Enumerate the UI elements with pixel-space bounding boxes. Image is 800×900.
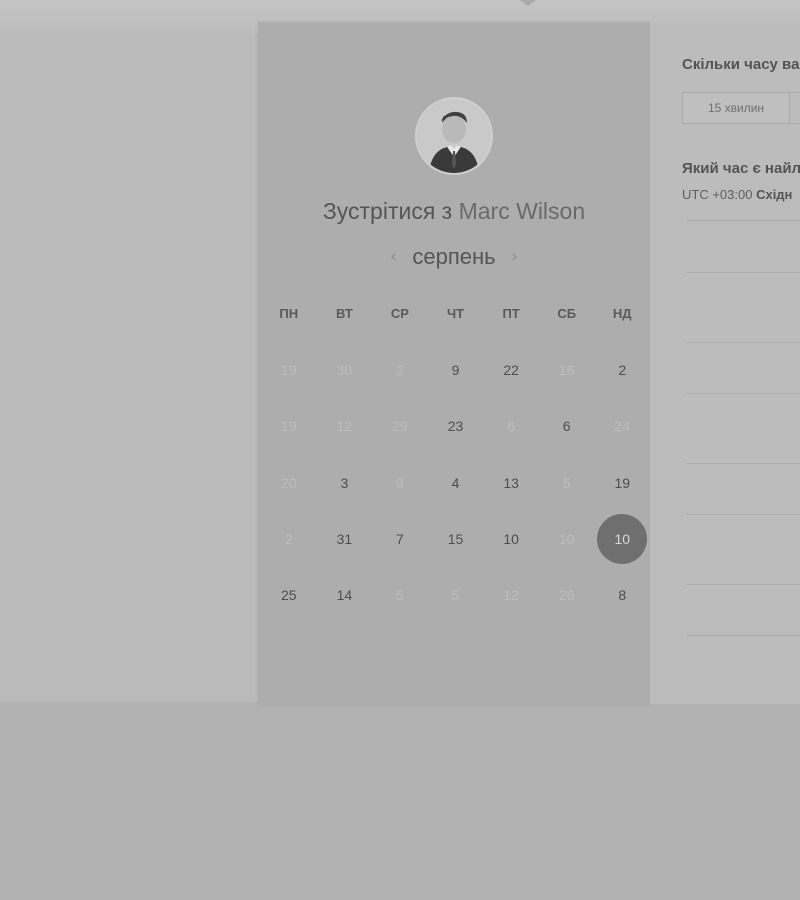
calendar-day[interactable]: 10 <box>483 511 539 567</box>
calendar-grid: 19 30 2 9 22 16 2 19 12 29 23 6 6 24 20 … <box>261 342 650 623</box>
calendar-day[interactable]: 23 <box>428 398 484 454</box>
calendar-day: 5 <box>396 587 404 604</box>
chevron-right-icon[interactable]: › <box>502 248 527 266</box>
month-navigator: ‹ серпень › <box>258 244 650 270</box>
duration-option-15-button[interactable]: 15 хвилин <box>682 92 790 124</box>
calendar-day: 2 <box>284 531 293 548</box>
calendar-day: 2 <box>396 362 404 379</box>
time-slot-divider <box>686 463 800 464</box>
duration-question: Скільки часу ва <box>682 56 800 73</box>
weekday-header: ПН ВТ СР ЧТ ПТ СБ НД <box>261 306 650 321</box>
calendar-day[interactable]: 15 <box>428 511 484 567</box>
time-slot-divider <box>686 584 800 585</box>
weekday-label: ВТ <box>335 306 353 321</box>
calendar-day: 12 <box>503 587 519 604</box>
timezone-name: Східн <box>756 187 793 202</box>
calendar-day: 29 <box>392 418 408 435</box>
calendar-day-selected[interactable]: 10 <box>594 511 650 567</box>
calendar-day: 12 <box>336 418 353 435</box>
calendar-week-row: 19 12 29 23 6 6 24 <box>261 398 650 454</box>
calendar-day: 26 <box>558 587 575 604</box>
chevron-left-icon[interactable]: ‹ <box>381 248 406 266</box>
title-prefix: Зустрітися з <box>322 198 453 224</box>
time-slot-divider <box>686 393 800 394</box>
month-label: серпень <box>412 244 496 269</box>
timezone-offset: UTC +03:00 <box>682 187 753 202</box>
dropdown-arrow-icon <box>520 0 536 6</box>
time-question: Який час є найл <box>682 160 800 177</box>
calendar-day: 24 <box>614 418 631 435</box>
calendar-week-row: 2 31 7 15 10 10 10 <box>261 511 650 567</box>
calendar-day: 5 <box>451 587 460 604</box>
calendar-day[interactable]: 7 <box>372 511 428 567</box>
time-slot-divider <box>686 635 800 636</box>
calendar-day: 9 <box>396 474 404 491</box>
avatar <box>415 97 493 175</box>
calendar-day: 5 <box>562 474 571 491</box>
time-slot-divider <box>686 220 800 221</box>
calendar-day[interactable]: 31 <box>317 511 373 567</box>
calendar-day: 20 <box>281 474 297 491</box>
calendar-day: 6 <box>507 418 515 435</box>
calendar-day[interactable]: 14 <box>317 567 373 623</box>
calendar-day: 30 <box>336 362 353 379</box>
person-photo-icon <box>417 99 491 173</box>
calendar-day[interactable]: 4 <box>428 455 484 511</box>
calendar-week-row: 25 14 5 5 12 26 8 <box>261 567 650 623</box>
weekday-label: ПН <box>279 306 299 321</box>
calendar-week-row: 20 3 9 4 13 5 19 <box>261 455 650 511</box>
weekday-label: СР <box>390 306 409 321</box>
calendar-day[interactable]: 3 <box>317 455 373 511</box>
calendar-day[interactable]: 13 <box>483 455 539 511</box>
timezone-label[interactable]: UTC +03:00 Східн <box>682 187 792 202</box>
time-slot-divider <box>686 272 800 273</box>
weekday-label: ПТ <box>502 306 520 321</box>
calendar-day[interactable]: 8 <box>594 567 650 623</box>
calendar-day: 19 <box>281 418 297 435</box>
calendar-day: 16 <box>558 362 575 379</box>
calendar-day: 19 <box>281 362 297 379</box>
weekday-label: ЧТ <box>446 306 465 321</box>
calendar-day[interactable]: 2 <box>594 342 650 398</box>
selected-day-label: 10 <box>597 514 648 565</box>
calendar-day: 10 <box>558 531 575 548</box>
calendar-week-row: 19 30 2 9 22 16 2 <box>261 342 650 398</box>
time-slot-divider <box>686 342 800 343</box>
calendar-card: Зустрітися з Marc Wilson ‹ серпень › ПН … <box>258 22 650 704</box>
duration-option-next-button[interactable] <box>790 92 800 124</box>
host-name: Marc Wilson <box>458 198 586 224</box>
weekday-label: СБ <box>557 306 577 321</box>
calendar-day[interactable]: 19 <box>594 455 650 511</box>
booking-panel: Скільки часу ва 15 хвилин Який час є най… <box>650 22 800 704</box>
calendar-day[interactable]: 9 <box>428 342 484 398</box>
meeting-title: Зустрітися з Marc Wilson <box>258 198 650 225</box>
calendar-day[interactable]: 6 <box>539 398 595 454</box>
time-slot-divider <box>686 514 800 515</box>
weekday-label: НД <box>612 306 632 321</box>
calendar-day[interactable]: 25 <box>261 567 317 623</box>
calendar-day[interactable]: 22 <box>483 342 539 398</box>
